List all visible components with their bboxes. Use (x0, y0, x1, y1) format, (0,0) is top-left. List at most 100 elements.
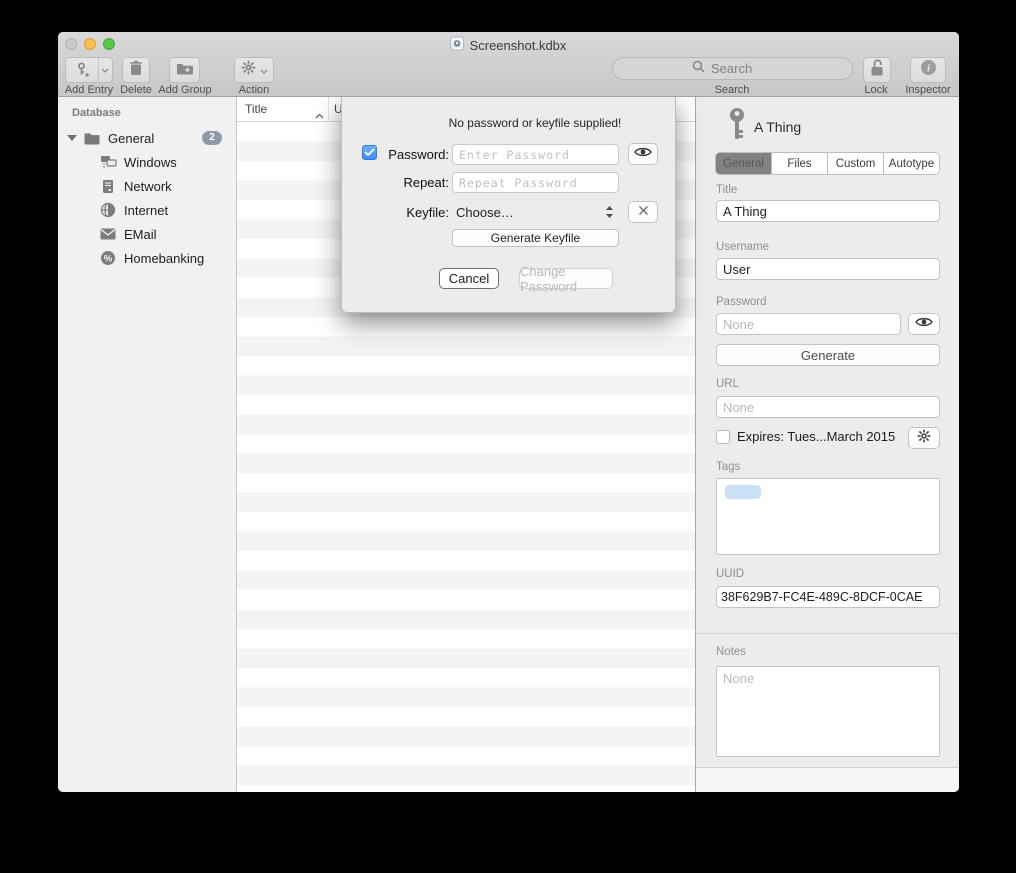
clear-keyfile-button[interactable] (628, 201, 658, 223)
svg-text:%: % (104, 254, 113, 265)
generate-keyfile-label: Generate Keyfile (491, 231, 580, 245)
add-entry-dropdown[interactable] (98, 58, 112, 82)
tag-pill[interactable] (725, 485, 761, 499)
tags-label: Tags (716, 461, 740, 473)
sidebar-item-label: Homebanking (124, 251, 204, 266)
search-label: Search (715, 84, 750, 96)
server-icon (99, 179, 117, 194)
title-label: Title (716, 184, 737, 196)
notes-field[interactable] (716, 666, 940, 757)
info-icon: i (920, 59, 937, 81)
group-count-badge: 2 (202, 131, 222, 145)
eye-icon (634, 145, 652, 163)
sidebar: Database General 2 Windows Network Inter… (58, 97, 237, 792)
chevron-down-icon (260, 61, 268, 79)
sidebar-group-general[interactable]: General 2 (58, 127, 236, 149)
envelope-icon (99, 228, 117, 240)
eye-icon (915, 315, 933, 333)
windows-icon (99, 155, 117, 169)
generate-label: Generate (801, 348, 855, 363)
stepper-icon (605, 205, 614, 222)
sidebar-item-label: Network (124, 179, 172, 194)
inspector-panel: A Thing General Files Custom Autotype Ti… (696, 97, 959, 792)
uuid-label: UUID (716, 568, 744, 580)
password-checkbox[interactable] (362, 145, 377, 160)
sheet-keyfile-label: Keyfile: (378, 205, 449, 220)
cancel-label: Cancel (449, 271, 489, 286)
document-icon (450, 36, 465, 54)
repeat-password-input[interactable] (452, 172, 619, 193)
generate-keyfile-button[interactable]: Generate Keyfile (452, 229, 619, 247)
folder-icon (83, 132, 101, 145)
expires-settings-button[interactable] (908, 427, 940, 449)
gear-icon (917, 429, 931, 448)
minimize-button[interactable] (84, 38, 96, 50)
sidebar-item-label: Internet (124, 203, 168, 218)
column-header-title[interactable]: Title (245, 102, 267, 116)
action-label: Action (239, 84, 270, 96)
sidebar-item-label: EMail (124, 227, 157, 242)
delete-button[interactable] (122, 57, 150, 83)
generate-button[interactable]: Generate (716, 344, 940, 366)
enter-password-input[interactable] (452, 144, 619, 165)
inspector-footer (696, 767, 959, 792)
add-group-button[interactable] (169, 57, 200, 83)
close-button[interactable] (65, 38, 77, 50)
percent-icon: % (99, 250, 117, 266)
tab-general[interactable]: General (716, 153, 772, 174)
inspector-tabs: General Files Custom Autotype (715, 152, 940, 175)
url-field[interactable] (716, 396, 940, 418)
group-label: General (108, 131, 154, 146)
inspector-label: Inspector (905, 84, 950, 96)
sidebar-item-label: Windows (124, 155, 177, 170)
trash-icon (129, 60, 143, 81)
sheet-show-password-button[interactable] (628, 143, 658, 165)
password-label: Password (716, 296, 767, 308)
key-icon (726, 107, 748, 148)
sidebar-header: Database (72, 107, 121, 119)
tab-files[interactable]: Files (772, 153, 828, 174)
lock-open-icon (869, 58, 885, 82)
window-title: Screenshot.kdbx (470, 38, 567, 53)
keyfile-popup[interactable]: Choose… (452, 201, 619, 223)
sheet-repeat-label: Repeat: (378, 175, 449, 190)
username-field[interactable] (716, 258, 940, 280)
lock-label: Lock (864, 84, 887, 96)
change-password-label: Change Password (520, 264, 612, 294)
sheet-message: No password or keyfile supplied! (449, 116, 622, 130)
password-field[interactable] (716, 313, 901, 335)
add-group-label: Add Group (158, 84, 211, 96)
change-password-button[interactable]: Change Password (519, 268, 613, 289)
app-window: Screenshot.kdbx Add Entry Delete Add Gro… (58, 32, 959, 792)
username-label: Username (716, 241, 769, 253)
lock-button[interactable] (863, 57, 891, 83)
gear-icon (241, 60, 256, 80)
action-button[interactable] (234, 57, 274, 83)
cancel-button[interactable]: Cancel (439, 268, 499, 289)
expires-label: Expires: Tues...March 2015 (737, 429, 895, 444)
title-field[interactable] (716, 200, 940, 222)
delete-label: Delete (120, 84, 152, 96)
close-x-icon (638, 203, 649, 221)
search-field[interactable] (612, 57, 853, 80)
folder-plus-icon (176, 61, 193, 80)
add-entry-button[interactable] (65, 57, 113, 83)
check-icon (364, 148, 375, 157)
tags-box[interactable] (716, 478, 940, 555)
url-label: URL (716, 378, 739, 390)
add-entry-label: Add Entry (65, 84, 113, 96)
globe-icon (99, 202, 117, 218)
entry-title: A Thing (754, 119, 801, 135)
search-input[interactable] (709, 60, 773, 77)
window-title-group: Screenshot.kdbx (450, 36, 567, 54)
search-icon (692, 60, 705, 78)
expires-checkbox[interactable] (716, 430, 730, 444)
column-divider[interactable] (328, 97, 329, 122)
tab-autotype[interactable]: Autotype (884, 153, 939, 174)
disclosure-triangle-icon[interactable] (67, 135, 77, 141)
tab-custom[interactable]: Custom (828, 153, 884, 174)
show-password-button[interactable] (908, 313, 940, 335)
inspector-button[interactable]: i (910, 57, 946, 83)
uuid-field[interactable] (716, 586, 940, 608)
zoom-button[interactable] (103, 38, 115, 50)
